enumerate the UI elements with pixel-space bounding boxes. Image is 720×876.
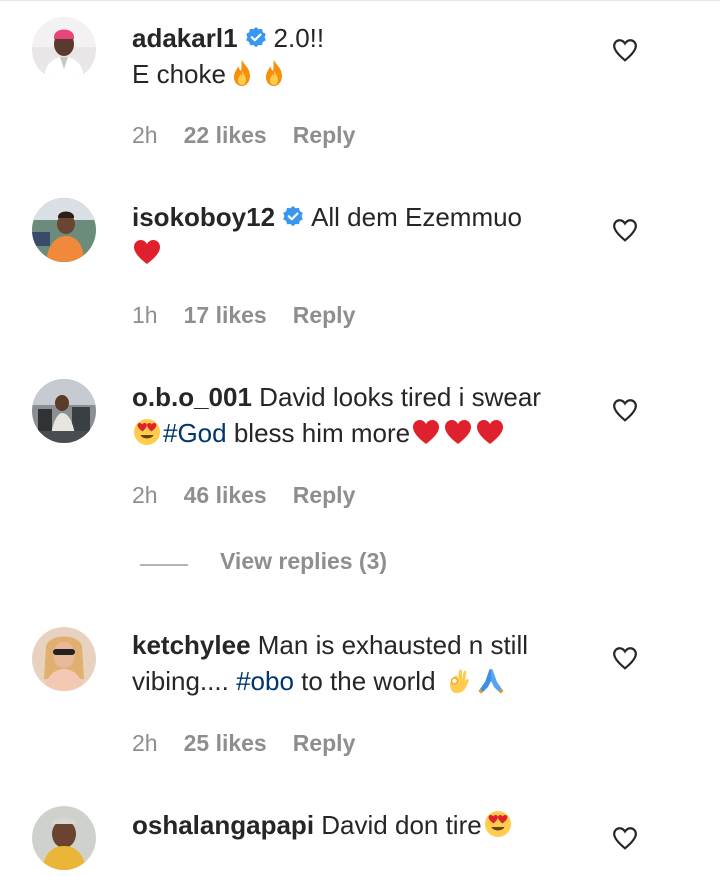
heart-outline-icon[interactable] — [612, 218, 638, 242]
comment-text: Man is exhausted n still — [257, 630, 529, 660]
comment-text: vibing.... — [132, 666, 229, 696]
comment-text: bless him more — [233, 418, 411, 448]
heart-outline-icon[interactable] — [612, 398, 638, 422]
red-heart-emoji-icon — [411, 417, 441, 447]
comment-text: David don tire — [321, 810, 482, 840]
comment-text: to the world — [301, 666, 436, 696]
comment-body: oshalangapapi David don tire — [132, 807, 582, 843]
comment-body: isokoboy12 All dem Ezemmuo — [132, 199, 582, 271]
comment-username[interactable]: o.b.o_001 — [132, 382, 252, 412]
comment-time: 2h — [132, 122, 158, 148]
comment-username[interactable]: adakarl1 — [132, 23, 238, 53]
likes-count[interactable]: 46 likes — [184, 482, 267, 508]
avatar[interactable] — [32, 17, 96, 81]
reply-button[interactable]: Reply — [293, 122, 356, 148]
comment-text: All dem Ezemmuo — [311, 202, 523, 232]
red-heart-emoji-icon — [443, 417, 473, 447]
comment-meta: 1h 17 likes Reply — [132, 302, 381, 329]
comment-meta: 2h 46 likes Reply — [132, 482, 381, 509]
heart-eyes-emoji-icon — [483, 809, 513, 839]
heart-outline-icon[interactable] — [612, 646, 638, 670]
comment-body: adakarl1 2.0!! E choke — [132, 20, 582, 92]
heart-outline-icon[interactable] — [612, 38, 638, 62]
comment-time: 2h — [132, 482, 158, 508]
likes-count[interactable]: 17 likes — [184, 302, 267, 328]
red-heart-emoji-icon — [132, 237, 162, 267]
reply-button[interactable]: Reply — [293, 730, 356, 756]
comment-meta: 2h 22 likes Reply — [132, 122, 381, 149]
likes-count[interactable]: 25 likes — [184, 730, 267, 756]
heart-eyes-emoji-icon — [132, 417, 162, 447]
comment-body: o.b.o_001 David looks tired i swear #God… — [132, 379, 582, 451]
comment-username[interactable]: oshalangapapi — [132, 810, 314, 840]
comment-time: 1h — [132, 302, 158, 328]
reply-button[interactable]: Reply — [293, 482, 356, 508]
heart-outline-icon[interactable] — [612, 826, 638, 850]
view-replies-line — [140, 564, 188, 566]
likes-count[interactable]: 22 likes — [184, 122, 267, 148]
folded-hands-emoji-icon — [476, 665, 506, 695]
hashtag-link[interactable]: #God — [163, 418, 227, 448]
avatar[interactable] — [32, 806, 96, 870]
ok-hand-emoji-icon — [444, 665, 474, 695]
comment-text: David looks tired i swear — [259, 382, 541, 412]
avatar[interactable] — [32, 379, 96, 443]
comment-username[interactable]: isokoboy12 — [132, 202, 275, 232]
avatar[interactable] — [32, 198, 96, 262]
verified-badge-icon — [244, 26, 268, 50]
comment-username[interactable]: ketchylee — [132, 630, 251, 660]
fire-emoji-icon — [259, 58, 289, 88]
comment-time: 2h — [132, 730, 158, 756]
comment-body: ketchylee Man is exhausted n still vibin… — [132, 627, 582, 699]
verified-badge-icon — [281, 205, 305, 229]
red-heart-emoji-icon — [475, 417, 505, 447]
fire-emoji-icon — [227, 58, 257, 88]
comment-meta: 2h 25 likes Reply — [132, 730, 381, 757]
comment-text: E choke — [132, 59, 226, 89]
view-replies-label[interactable]: View replies (3) — [220, 548, 387, 575]
top-divider — [0, 0, 720, 1]
comment-text: 2.0!! — [273, 23, 325, 53]
avatar[interactable] — [32, 627, 96, 691]
reply-button[interactable]: Reply — [293, 302, 356, 328]
hashtag-link[interactable]: #obo — [236, 666, 294, 696]
